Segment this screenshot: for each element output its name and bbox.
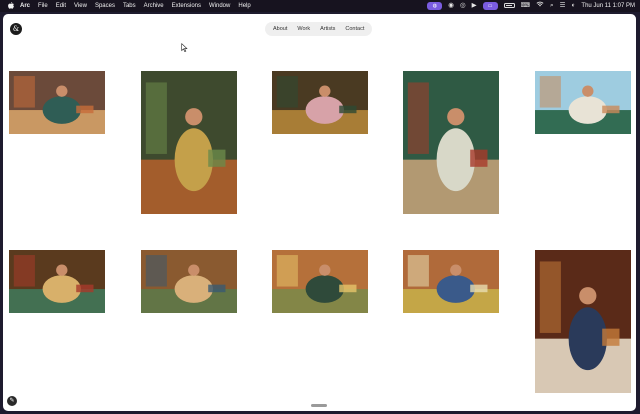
- battery-icon[interactable]: [503, 0, 515, 12]
- photo-image: [535, 250, 631, 393]
- menu-file[interactable]: File: [38, 0, 48, 12]
- menu-arc[interactable]: Arc: [20, 0, 30, 12]
- photo-man-green-sofa[interactable]: [403, 71, 499, 214]
- status-area: ◍ ◉ ◎ ▶ ▭ ⌨ ⌕ ☰ ◐ Thu Jun 11 1:07 PM: [427, 0, 635, 12]
- photo-woman-reading-chair[interactable]: [272, 71, 368, 134]
- photo-image: [403, 250, 499, 313]
- photo-wooden-desk-room[interactable]: [141, 250, 237, 313]
- photo-group-laptops-table[interactable]: [9, 250, 105, 313]
- menu-view[interactable]: View: [74, 0, 87, 12]
- menu-spaces[interactable]: Spaces: [95, 0, 115, 12]
- photo-woman-cream-blouse-phone[interactable]: [535, 250, 631, 393]
- photo-woman-wooden-chair[interactable]: [403, 250, 499, 313]
- photo-woman-orange-chair[interactable]: [141, 71, 237, 214]
- site-nav: About Work Artists Contact: [265, 22, 373, 36]
- siri-icon[interactable]: ◐: [571, 0, 575, 12]
- scroll-handle[interactable]: [311, 404, 327, 407]
- menu-window[interactable]: Window: [209, 0, 230, 12]
- search-icon[interactable]: ⌕: [550, 0, 554, 12]
- menu-help[interactable]: Help: [238, 0, 250, 12]
- nav-about[interactable]: About: [268, 22, 292, 36]
- play-icon[interactable]: ▶: [472, 0, 477, 12]
- menu-tabs[interactable]: Tabs: [123, 0, 136, 12]
- photo-image: [141, 71, 237, 214]
- record-icon[interactable]: ◉: [448, 0, 454, 12]
- nav-artists[interactable]: Artists: [315, 22, 340, 36]
- photo-image: [9, 250, 105, 313]
- photo-image: [535, 71, 631, 134]
- browser-window: & About Work Artists Contact ✎: [3, 14, 636, 411]
- mouse-cursor-icon: [181, 43, 188, 52]
- menu-bar: Arc File Edit View Spaces Tabs Archive E…: [0, 0, 640, 12]
- menu-clock[interactable]: Thu Jun 11 1:07 PM: [581, 3, 635, 9]
- wifi-icon[interactable]: [536, 0, 544, 12]
- photo-image: [141, 250, 237, 313]
- nav-work[interactable]: Work: [292, 22, 315, 36]
- photo-women-overhead-chairs[interactable]: [272, 250, 368, 313]
- nav-contact[interactable]: Contact: [340, 22, 369, 36]
- site-logo[interactable]: &: [10, 23, 22, 35]
- menu-edit[interactable]: Edit: [56, 0, 66, 12]
- photo-man-phone-portrait[interactable]: [535, 71, 631, 134]
- photo-image: [272, 71, 368, 134]
- photo-image: [403, 71, 499, 214]
- photo-image: [9, 71, 105, 134]
- edit-pencil-button[interactable]: ✎: [7, 396, 17, 406]
- photo-image: [272, 250, 368, 313]
- photo-woman-sofa-laptop[interactable]: [9, 71, 105, 134]
- keyboard-icon[interactable]: ⌨: [521, 0, 530, 12]
- screen-share-icon[interactable]: ▭: [482, 2, 498, 10]
- menu-archive[interactable]: Archive: [144, 0, 164, 12]
- control-center-icon[interactable]: ☰: [560, 0, 566, 12]
- menu-extensions[interactable]: Extensions: [172, 0, 201, 12]
- target-icon[interactable]: ◎: [460, 0, 466, 12]
- apple-menu-icon[interactable]: [7, 1, 14, 11]
- arc-extension-icon[interactable]: ◍: [427, 2, 443, 10]
